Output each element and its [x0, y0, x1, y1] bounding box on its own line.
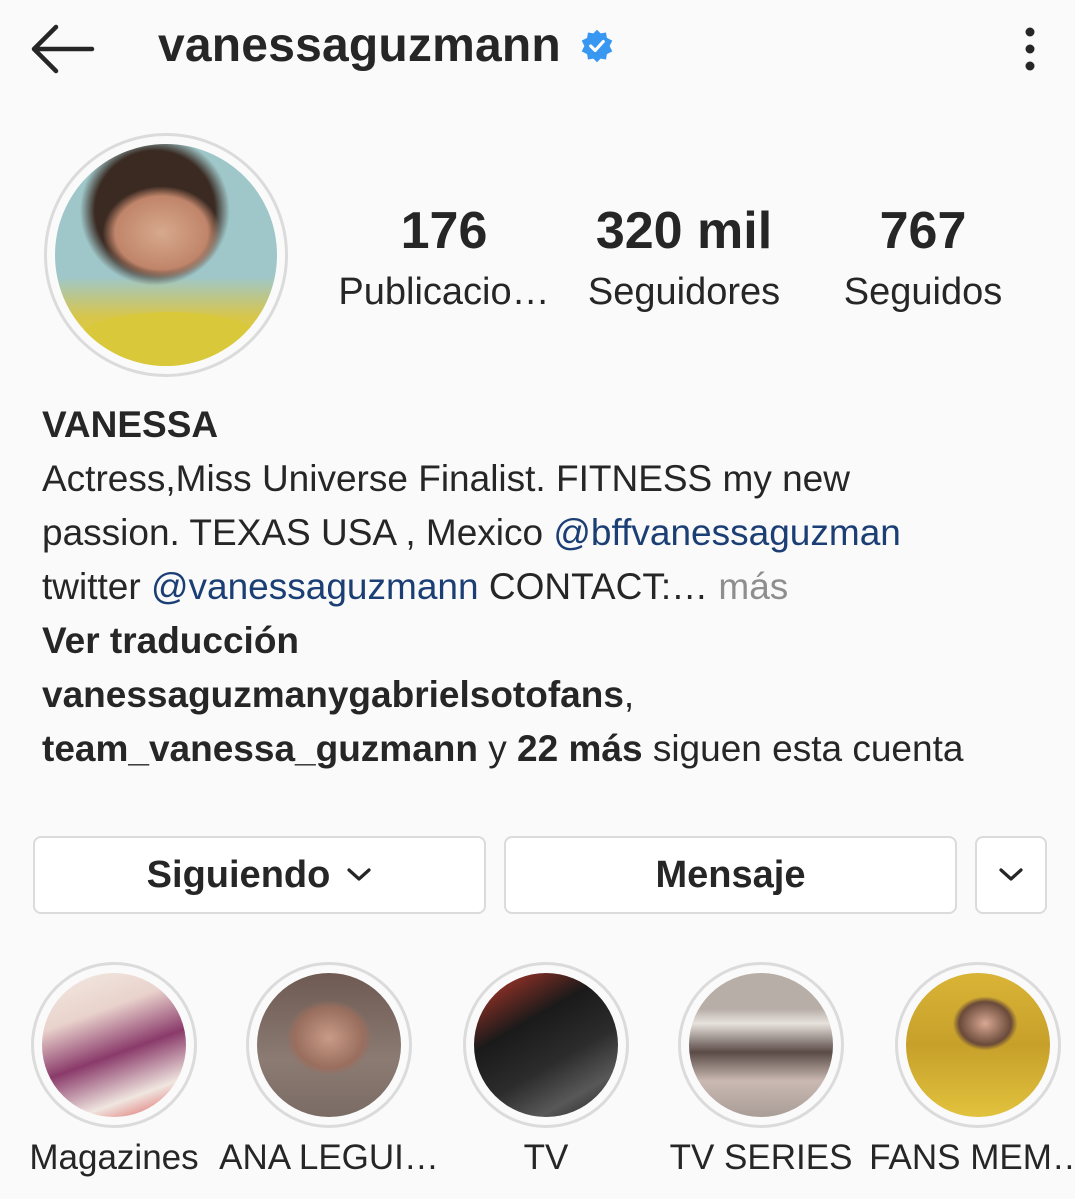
highlight-cover — [463, 962, 629, 1128]
highlight-tv[interactable]: TV — [462, 962, 630, 1177]
mention-link[interactable]: @vanessaguzmann — [151, 566, 479, 607]
chevron-down-icon — [347, 868, 371, 881]
highlight-cover — [895, 962, 1061, 1128]
highlight-fans-mem[interactable]: FANS MEM… — [869, 962, 1075, 1177]
username-header: vanessaguzmann — [158, 18, 615, 73]
highlight-ana-legui[interactable]: ANA LEGUI… — [219, 962, 439, 1177]
followers-stat[interactable]: 320 mil Seguidores — [578, 200, 790, 322]
highlight-cover — [31, 962, 197, 1128]
following-button[interactable]: Siguiendo — [33, 836, 486, 914]
comma-text: , — [623, 674, 635, 715]
highlight-label: TV — [523, 1138, 569, 1177]
highlight-label: TV SERIES — [669, 1138, 853, 1177]
posts-count: 176 — [400, 202, 488, 260]
bio-line-3: twitter @vanessaguzmann CONTACT:… más — [42, 560, 1042, 614]
verified-badge-icon — [581, 29, 613, 62]
posts-label: Publicacio… — [338, 271, 550, 313]
avatar-photo — [55, 144, 277, 366]
arrow-left-icon[interactable] — [28, 24, 98, 74]
follower-username-link[interactable]: vanessaguzmanygabrielsotofans — [42, 674, 624, 715]
highlight-magazines[interactable]: Magazines — [29, 962, 199, 1177]
highlight-cover — [678, 962, 844, 1128]
more-followers-link[interactable]: 22 más — [517, 728, 643, 769]
bio-text: passion. TEXAS USA , Mexico — [42, 512, 554, 553]
followers-label: Seguidores — [587, 271, 781, 313]
bio-section: VANESSA Actress,Miss Universe Finalist. … — [42, 398, 1042, 776]
highlight-tv-series[interactable]: TV SERIES — [670, 962, 852, 1177]
display-name: VANESSA — [42, 404, 219, 445]
following-label: Seguidos — [843, 271, 1003, 313]
following-button-label: Siguiendo — [146, 853, 331, 896]
highlight-label: ANA LEGUI… — [219, 1138, 439, 1177]
connector-text: y — [477, 728, 518, 769]
mention-link[interactable]: @bffvanessaguzman — [553, 512, 900, 553]
following-stat[interactable]: 767 Seguidos — [832, 200, 1014, 322]
translate-link[interactable]: Ver traducción — [42, 614, 1042, 668]
posts-stat[interactable]: 176 Publicacio… — [336, 200, 552, 322]
following-count: 767 — [879, 202, 967, 260]
followed-by-line-2: team_vanessa_guzmann y 22 más siguen est… — [42, 722, 1042, 776]
top-bar: vanessaguzmann — [0, 0, 1075, 100]
suggested-accounts-button[interactable] — [975, 836, 1047, 914]
more-link[interactable]: más — [708, 566, 788, 607]
followers-count: 320 mil — [595, 202, 773, 260]
chevron-down-icon — [999, 868, 1023, 881]
message-button-label: Mensaje — [655, 853, 806, 896]
bio-text: twitter — [42, 566, 151, 607]
follower-username-link[interactable]: team_vanessa_guzmann — [42, 728, 478, 769]
message-button[interactable]: Mensaje — [504, 836, 957, 914]
followed-by-line-1: vanessaguzmanygabrielsotofans, — [42, 668, 1042, 722]
vertical-dots-icon[interactable] — [1010, 26, 1050, 72]
highlight-label: Magazines — [29, 1138, 199, 1177]
profile-page: vanessaguzmann 176 Publicacio… 320 mil S… — [0, 0, 1075, 1199]
highlight-label: FANS MEM… — [869, 1138, 1075, 1177]
bio-line-1: Actress,Miss Universe Finalist. FITNESS … — [42, 458, 850, 499]
profile-avatar[interactable] — [44, 133, 288, 377]
followed-by-suffix: siguen esta cuenta — [642, 728, 964, 769]
bio-text: CONTACT:… — [478, 566, 709, 607]
bio-line-2: passion. TEXAS USA , Mexico @bffvanessag… — [42, 506, 1042, 560]
highlight-cover — [246, 962, 412, 1128]
profile-username: vanessaguzmann — [158, 19, 561, 72]
